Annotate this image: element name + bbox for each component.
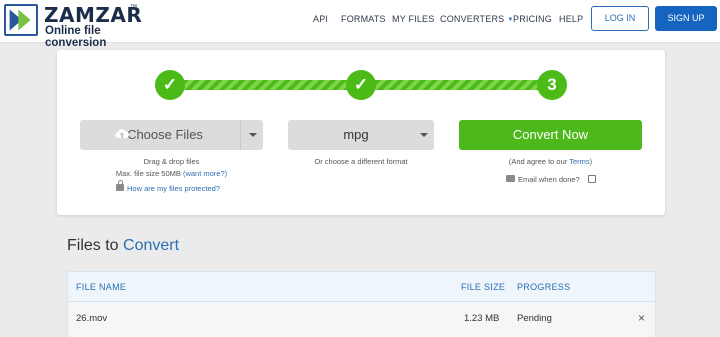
max-size-hint: Max. file size 50MB (want more?) <box>80 169 263 178</box>
nav-my-files[interactable]: MY FILES <box>392 0 434 43</box>
choose-files-dropdown[interactable] <box>240 120 263 150</box>
step-2-check-icon: ✓ <box>346 70 376 100</box>
terms-link[interactable]: Terms <box>569 157 589 166</box>
zamzar-logo[interactable]: ZAMZAR ™ Online file conversion <box>4 3 144 49</box>
choose-files-label: Choose Files <box>127 127 203 142</box>
choose-files-button[interactable]: Choose Files <box>80 120 240 150</box>
format-select-value: mpg <box>343 127 369 142</box>
caret-down-icon <box>420 133 428 137</box>
nav-converters-label: CONVERTERS <box>440 14 505 24</box>
nav-api[interactable]: API <box>313 0 328 43</box>
nav-pricing[interactable]: PRICING <box>513 0 552 43</box>
step-3-indicator: 3 <box>537 70 567 100</box>
email-when-done-label: Email when done? <box>518 175 580 184</box>
convert-now-button[interactable]: Convert Now <box>459 120 642 150</box>
progress-cell: Pending <box>517 313 552 324</box>
logo-arrows-icon <box>4 4 38 36</box>
files-heading-accent: Convert <box>123 237 180 254</box>
files-table: FILE NAME FILE SIZE PROGRESS 26.mov 1.23… <box>67 271 656 337</box>
column-file-name: FILE NAME <box>76 282 127 292</box>
terms-prefix: (And agree to our <box>508 157 570 166</box>
email-when-done-checkbox[interactable] <box>588 175 596 183</box>
file-name-cell: 26.mov <box>76 313 108 324</box>
max-size-text: Max. file size 50MB <box>115 169 181 178</box>
terms-notice: (And agree to our Terms) <box>459 157 642 166</box>
cloud-upload-icon <box>115 129 129 139</box>
files-heading: Files to Convert <box>67 237 179 255</box>
column-file-size: FILE SIZE <box>461 282 506 292</box>
nav-help[interactable]: HELP <box>559 0 583 43</box>
nav-formats[interactable]: FORMATS <box>341 0 386 43</box>
brand-name: ZAMZAR <box>44 3 143 27</box>
file-size-cell: 1.23 MB <box>464 313 500 324</box>
files-heading-prefix: Files to <box>67 237 124 254</box>
format-hint: Or choose a different format <box>314 157 408 166</box>
files-protected-link[interactable]: How are my files protected? <box>127 184 220 193</box>
remove-file-icon[interactable]: × <box>638 311 645 325</box>
files-table-header: FILE NAME FILE SIZE PROGRESS <box>67 271 656 302</box>
format-select[interactable]: mpg <box>288 120 434 150</box>
lock-icon <box>116 180 124 191</box>
table-row: 26.mov 1.23 MB Pending × <box>67 302 656 337</box>
caret-down-icon <box>249 133 257 137</box>
brand-tagline: Online file conversion <box>45 25 107 49</box>
terms-suffix: ) <box>589 157 593 166</box>
column-progress: PROGRESS <box>517 282 571 292</box>
drag-drop-hint: Drag & drop files <box>143 157 200 166</box>
brand-trademark: ™ <box>130 4 137 11</box>
envelope-icon <box>506 175 515 182</box>
want-more-link[interactable]: (want more?) <box>183 169 227 178</box>
nav-converters[interactable]: CONVERTERS ▼ <box>440 0 514 43</box>
top-header: ZAMZAR ™ Online file conversion API FORM… <box>0 0 720 49</box>
login-button[interactable]: LOG IN <box>591 6 649 31</box>
signup-button[interactable]: SIGN UP <box>655 6 717 31</box>
step-1-check-icon: ✓ <box>155 70 185 100</box>
